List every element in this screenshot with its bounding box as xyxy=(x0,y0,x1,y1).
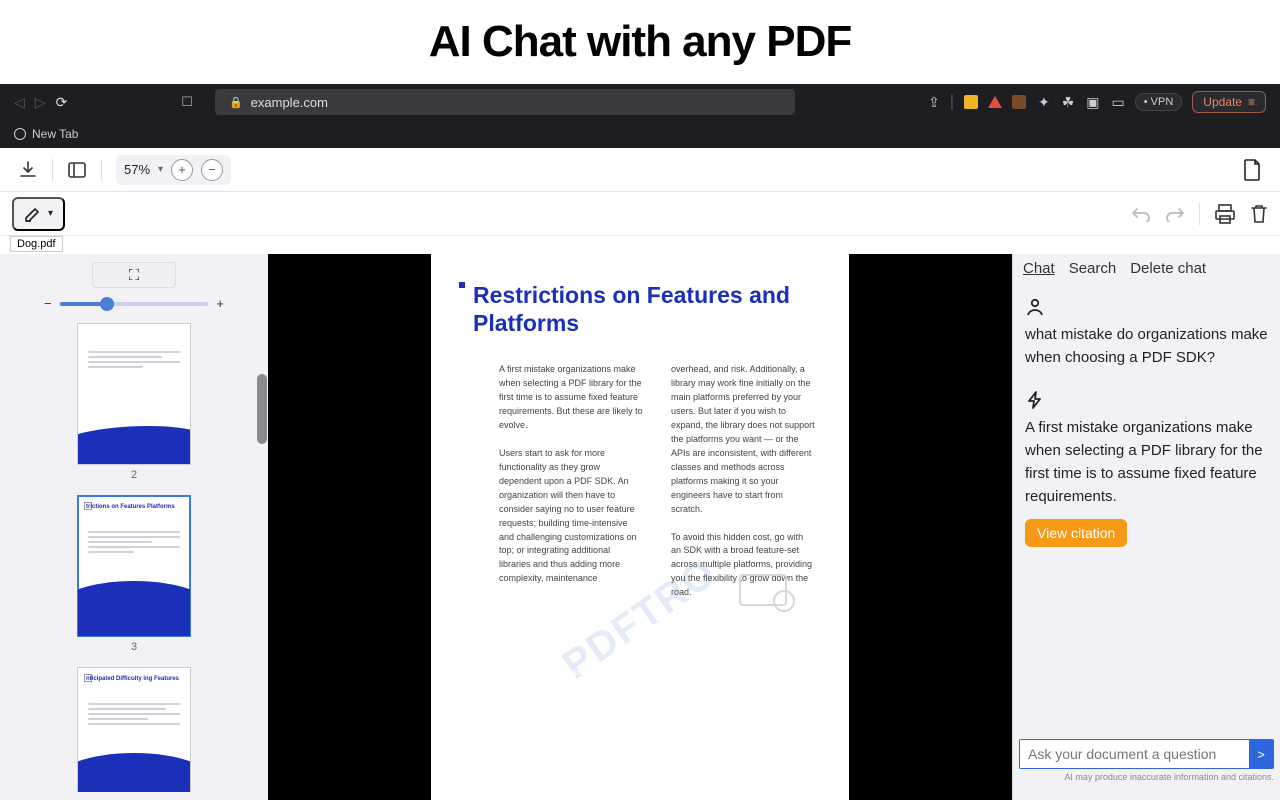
url-bar[interactable]: 🔒 example.com xyxy=(215,89,795,115)
chat-input[interactable] xyxy=(1020,740,1249,768)
fullscreen-button[interactable]: ⛶ xyxy=(92,262,176,288)
view-citation-button[interactable]: View citation xyxy=(1025,519,1127,547)
chevron-down-icon[interactable]: ▾ xyxy=(158,164,163,175)
tab-chat[interactable]: Chat xyxy=(1023,260,1055,277)
url-text: example.com xyxy=(251,95,328,110)
print-button[interactable] xyxy=(1214,204,1236,224)
brave-icon xyxy=(988,96,1002,108)
back-icon[interactable]: ◁ xyxy=(14,94,25,111)
chat-disclaimer: AI may produce inaccurate information an… xyxy=(1019,772,1274,782)
send-button[interactable]: > xyxy=(1249,740,1273,768)
chat-input-row: > xyxy=(1019,739,1274,769)
viewer-toolbar: 57% ▾ + − xyxy=(0,148,1280,192)
zoom-in-button[interactable]: + xyxy=(171,159,193,181)
chat-user-message: what mistake do organizations make when … xyxy=(1025,297,1268,370)
thumbnail-page[interactable]: nticipated Difficulty ing Features 4 xyxy=(77,667,191,792)
plus-icon[interactable]: + xyxy=(216,296,224,311)
thumbnail-page[interactable]: trictions on Features Platforms 3 xyxy=(77,495,191,653)
zoom-value[interactable]: 57% xyxy=(124,162,150,177)
reload-icon[interactable]: ⟳ xyxy=(56,94,68,111)
document-viewport[interactable]: Restrictions on Features and Platforms A… xyxy=(268,254,1012,800)
vpn-badge[interactable]: • VPN xyxy=(1135,93,1183,111)
annotation-toolbar: ▾ xyxy=(0,192,1280,236)
thumbnail-page[interactable]: 2 xyxy=(77,323,191,481)
forward-icon[interactable]: ▷ xyxy=(35,94,46,111)
quote-block: “ Maybe big companies can absorb the cos… xyxy=(471,666,809,746)
undo-button[interactable] xyxy=(1131,206,1151,222)
share-icon[interactable]: ⇪ xyxy=(928,94,940,111)
leaf-icon[interactable]: ☘ xyxy=(1062,94,1075,111)
pdf-page: Restrictions on Features and Platforms A… xyxy=(431,254,849,800)
zoom-control: 57% ▾ + − xyxy=(116,155,231,185)
page-heading: Restrictions on Features and Platforms xyxy=(431,254,849,347)
wallet-icon[interactable]: ▭ xyxy=(1112,94,1125,111)
chat-ai-message: A first mistake organizations make when … xyxy=(1025,390,1268,547)
user-icon xyxy=(1025,297,1268,317)
hero-banner: AI Chat with any PDF xyxy=(0,0,1280,84)
puzzle-icon[interactable]: ✦ xyxy=(1038,94,1050,111)
globe-icon xyxy=(14,128,26,140)
hero-title: AI Chat with any PDF xyxy=(429,17,851,67)
file-tab[interactable]: Dog.pdf xyxy=(10,236,63,252)
annotate-button[interactable]: ▾ xyxy=(12,197,65,231)
browser-chrome: ◁ ▷ ⟳ ☐ 🔒 example.com ⇪ | ✦ ☘ ▣ ▭ • VPN … xyxy=(0,84,1280,148)
minus-icon[interactable]: − xyxy=(44,296,52,311)
download-button[interactable] xyxy=(18,160,38,180)
tab-search[interactable]: Search xyxy=(1069,260,1117,277)
bookmark-icon[interactable]: ☐ xyxy=(181,94,193,110)
thumbnail-zoom-slider[interactable]: − + xyxy=(44,296,224,311)
file-tab-row: Dog.pdf xyxy=(0,236,1280,254)
extension-icon[interactable] xyxy=(1012,95,1026,109)
redo-button[interactable] xyxy=(1165,206,1185,222)
chevron-down-icon: ▾ xyxy=(48,208,53,219)
chat-tabs: Chat Search Delete chat xyxy=(1013,254,1280,281)
zoom-out-button[interactable]: − xyxy=(201,159,223,181)
new-file-button[interactable] xyxy=(1242,159,1262,181)
delete-button[interactable] xyxy=(1250,204,1268,224)
tab-title[interactable]: New Tab xyxy=(32,127,78,141)
tab-delete-chat[interactable]: Delete chat xyxy=(1130,260,1206,277)
panel-icon[interactable]: ▣ xyxy=(1086,94,1099,111)
bolt-icon xyxy=(1025,390,1268,410)
money-icon xyxy=(739,574,787,606)
workspace: ⛶ − + 2 trictions on Features Platforms xyxy=(0,254,1280,800)
thumbnail-panel: ⛶ − + 2 trictions on Features Platforms xyxy=(0,254,268,800)
update-button[interactable]: Update≡ xyxy=(1192,91,1266,113)
lock-icon: 🔒 xyxy=(229,96,243,109)
page-body: A first mistake organizations make when … xyxy=(431,347,849,614)
chat-scroll[interactable]: what mistake do organizations make when … xyxy=(1013,281,1280,800)
chat-panel: Chat Search Delete chat what mistake do … xyxy=(1012,254,1280,800)
nav-arrows: ◁ ▷ ⟳ xyxy=(14,94,67,111)
scrollbar-thumb[interactable] xyxy=(257,374,267,444)
brave-shield-icon[interactable] xyxy=(964,95,978,109)
sidebar-toggle-button[interactable] xyxy=(67,160,87,180)
